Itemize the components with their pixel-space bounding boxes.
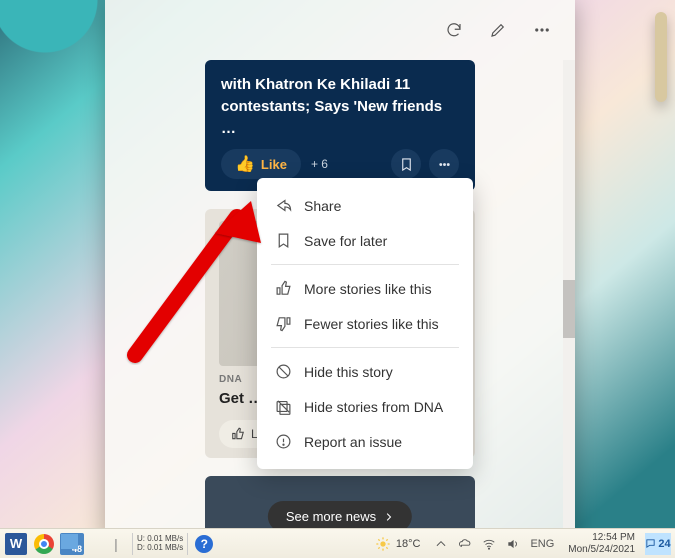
taskbar: W 48 | U: 0.01 MB/s D: 0.01 MB/s ? 18°C … bbox=[0, 528, 675, 558]
like-label: Like bbox=[261, 157, 287, 172]
chevron-right-icon bbox=[384, 512, 394, 522]
taskbar-middle: | U: 0.01 MB/s D: 0.01 MB/s ? bbox=[104, 532, 216, 556]
word-app-icon[interactable]: W bbox=[4, 532, 28, 556]
taskbar-apps: W 48 bbox=[0, 532, 84, 556]
lang-badge-icon[interactable]: 48 bbox=[60, 532, 84, 556]
onedrive-icon[interactable] bbox=[458, 537, 472, 551]
chrome-app-icon[interactable] bbox=[32, 532, 56, 556]
panel-more-button[interactable] bbox=[531, 19, 553, 41]
wifi-icon[interactable] bbox=[482, 537, 496, 551]
temp-label: 18°C bbox=[396, 538, 421, 550]
card-actions: 👍 Like + 6 bbox=[221, 149, 459, 179]
notif-count: 24 bbox=[658, 538, 670, 550]
system-tray: ENG bbox=[426, 537, 562, 551]
menu-save-for-later[interactable]: Save for later bbox=[257, 223, 473, 258]
menu-label: Save for later bbox=[304, 233, 387, 249]
menu-label: Fewer stories like this bbox=[304, 316, 439, 332]
weather-button[interactable]: 18°C bbox=[369, 536, 427, 552]
menu-fewer-like-this[interactable]: Fewer stories like this bbox=[257, 306, 473, 341]
net-down: D: 0.01 MB/s bbox=[137, 544, 183, 552]
sun-icon bbox=[375, 536, 391, 552]
menu-label: Report an issue bbox=[304, 434, 402, 450]
menu-hide-story[interactable]: Hide this story bbox=[257, 354, 473, 389]
scrollbar-thumb[interactable] bbox=[563, 280, 575, 338]
time-label: 12:54 PM bbox=[592, 532, 635, 544]
card-more-button[interactable] bbox=[429, 149, 459, 179]
help-icon[interactable]: ? bbox=[192, 532, 216, 556]
menu-label: Share bbox=[304, 198, 341, 214]
volume-icon[interactable] bbox=[506, 537, 520, 551]
notification-icon bbox=[645, 538, 656, 549]
edit-button[interactable] bbox=[487, 19, 509, 41]
card-context-menu: Share Save for later More stories like t… bbox=[257, 178, 473, 469]
menu-label: Hide this story bbox=[304, 364, 393, 380]
network-monitor[interactable]: U: 0.01 MB/s D: 0.01 MB/s bbox=[132, 533, 188, 555]
chevron-up-icon[interactable] bbox=[434, 537, 448, 551]
clock[interactable]: 12:54 PM Mon/5/24/2021 bbox=[562, 532, 641, 555]
like-count: + 6 bbox=[311, 157, 328, 171]
news-card[interactable]: with Khatron Ke Khiladi 11 contestants; … bbox=[205, 60, 475, 191]
like-button[interactable]: 👍 Like bbox=[221, 149, 301, 179]
menu-separator bbox=[271, 347, 459, 348]
see-more-label: See more news bbox=[286, 509, 376, 524]
menu-label: More stories like this bbox=[304, 281, 432, 297]
lang-indicator[interactable]: ENG bbox=[530, 538, 554, 550]
news-widgets-panel: with Khatron Ke Khiladi 11 contestants; … bbox=[105, 0, 575, 540]
menu-hide-source[interactable]: Hide stories from DNA bbox=[257, 389, 473, 424]
menu-share[interactable]: Share bbox=[257, 188, 473, 223]
menu-more-like-this[interactable]: More stories like this bbox=[257, 271, 473, 306]
date-label: Mon/5/24/2021 bbox=[568, 544, 635, 556]
thumbs-up-icon: 👍 bbox=[235, 154, 255, 174]
save-button[interactable] bbox=[391, 149, 421, 179]
menu-separator bbox=[271, 264, 459, 265]
card-title: with Khatron Ke Khiladi 11 contestants; … bbox=[221, 74, 459, 139]
notifications-button[interactable]: 24 bbox=[645, 533, 671, 555]
tray-separator: | bbox=[104, 532, 128, 556]
menu-report-issue[interactable]: Report an issue bbox=[257, 424, 473, 459]
panel-header bbox=[105, 0, 575, 60]
desktop-wallpaper: with Khatron Ke Khiladi 11 contestants; … bbox=[0, 0, 675, 558]
lang-badge-count: 48 bbox=[72, 544, 82, 554]
refresh-button[interactable] bbox=[443, 19, 465, 41]
net-up: U: 0.01 MB/s bbox=[137, 535, 183, 543]
menu-label: Hide stories from DNA bbox=[304, 399, 443, 415]
